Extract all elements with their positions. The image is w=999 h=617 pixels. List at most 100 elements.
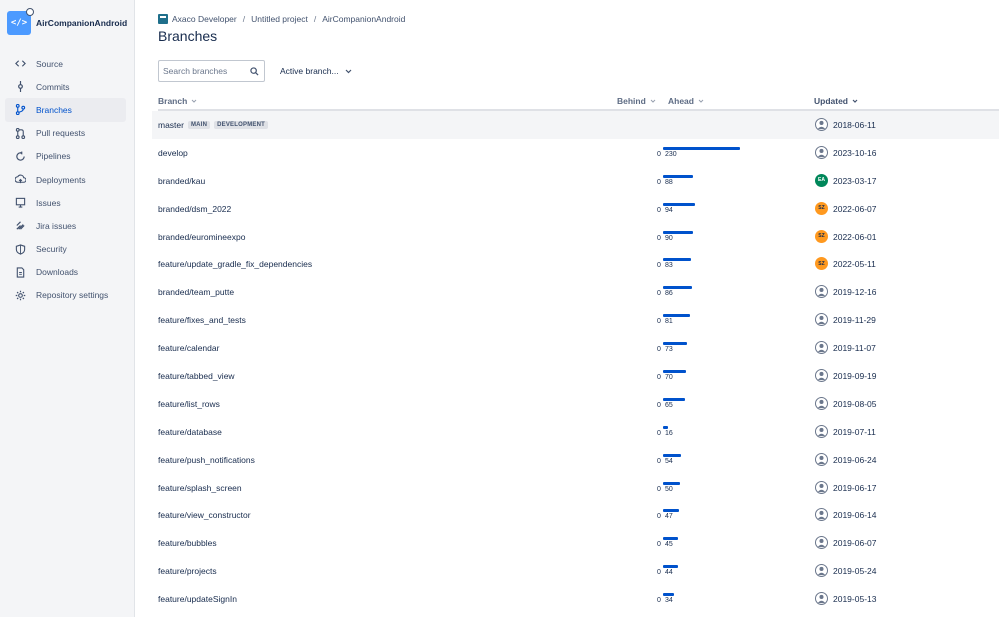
- ahead-count: 81: [665, 318, 673, 326]
- updated-date: 2023-10-16: [833, 147, 877, 158]
- branch-name-cell[interactable]: feature/updateSignIn: [158, 594, 237, 604]
- branch-name-cell[interactable]: feature/projects: [158, 566, 217, 576]
- breadcrumb-workspace[interactable]: Axaco Developer: [172, 14, 237, 24]
- table-row[interactable]: feature/database 0 16 2019-07-11: [152, 418, 999, 446]
- table-row[interactable]: branded/euromineexpo 0 90 SZ 2022-06-01: [152, 223, 999, 251]
- table-row[interactable]: develop 0 230 2023-10-16: [152, 139, 999, 167]
- branch-name[interactable]: develop: [158, 148, 188, 158]
- table-row[interactable]: feature/fixes_and_tests 0 81 2019-11-29: [152, 306, 999, 334]
- branch-name-cell[interactable]: feature/list_rows: [158, 399, 220, 409]
- updated-date: 2019-05-24: [833, 566, 877, 577]
- branch-name[interactable]: feature/splash_screen: [158, 483, 242, 493]
- branch-name[interactable]: feature/calendar: [158, 343, 219, 353]
- behind-count: 0: [657, 346, 661, 354]
- sidebar-item-branches[interactable]: Branches: [5, 98, 126, 122]
- branch-name[interactable]: feature/updateSignIn: [158, 594, 237, 604]
- branch-name-cell[interactable]: feature/splash_screen: [158, 483, 242, 493]
- column-header-ahead[interactable]: Ahead: [668, 96, 704, 106]
- table-row[interactable]: feature/update_gradle_fix_dependencies 0 8…: [152, 250, 999, 278]
- table-row[interactable]: feature/updateSignIn 0 34 2019-05-13: [152, 585, 999, 613]
- branch-name[interactable]: branded/euromineexpo: [158, 232, 245, 242]
- sidebar-item-security[interactable]: Security: [5, 238, 126, 261]
- branch-name-cell[interactable]: branded/team_putte: [158, 287, 234, 297]
- branch-name[interactable]: branded/team_putte: [158, 287, 234, 297]
- table-row[interactable]: master MAIN DEVELOPMENT 2018-06-11: [152, 111, 999, 139]
- table-row[interactable]: feature/projects 0 44 2019-05-24: [152, 557, 999, 585]
- branch-name-cell[interactable]: feature/tabbed_view: [158, 371, 235, 381]
- updated-date: 2019-09-19: [833, 371, 877, 382]
- branch-name[interactable]: feature/database: [158, 427, 222, 437]
- branch-name-cell[interactable]: feature/view_constructor: [158, 510, 251, 520]
- branch-name[interactable]: feature/push_notifications: [158, 455, 255, 465]
- sidebar-item-repository-settings[interactable]: Repository settings: [5, 284, 126, 307]
- sidebar-item-deployments[interactable]: Deployments: [5, 168, 126, 191]
- branch-name-cell[interactable]: feature/database: [158, 427, 222, 437]
- sidebar-item-issues[interactable]: Issues: [5, 191, 126, 214]
- branch-name-cell[interactable]: feature/push_notifications: [158, 455, 255, 465]
- breadcrumb-project[interactable]: Untitled project: [251, 14, 308, 24]
- table-row[interactable]: branded/dsm_2022 0 94 SZ 2022-06-07: [152, 195, 999, 223]
- table-row[interactable]: feature/splash_screen 0 50 2019-06-17: [152, 474, 999, 502]
- branch-name-cell[interactable]: develop: [158, 148, 188, 158]
- branch-name-cell[interactable]: feature/bubbles: [158, 538, 217, 548]
- table-row[interactable]: feature/view_constructor 0 47 2019-06-14: [152, 501, 999, 529]
- sidebar-item-source[interactable]: Source: [5, 52, 126, 75]
- repo-header[interactable]: </> AirCompanionAndroid: [7, 8, 127, 35]
- column-header-updated[interactable]: Updated: [814, 96, 858, 106]
- branch-filter-dropdown[interactable]: Active branch...: [280, 66, 352, 76]
- branches-icon: [13, 103, 27, 117]
- branch-name[interactable]: feature/fixes_and_tests: [158, 315, 246, 325]
- column-header-ahead-label: Ahead: [668, 96, 694, 106]
- search-input[interactable]: [163, 66, 249, 76]
- sidebar-item-pipelines[interactable]: Pipelines: [5, 145, 126, 168]
- private-indicator-icon: [26, 8, 34, 16]
- breadcrumb-repo[interactable]: AirCompanionAndroid: [322, 14, 405, 24]
- table-row[interactable]: feature/bubbles 0 45 2019-06-07: [152, 529, 999, 557]
- branch-name-cell[interactable]: branded/kau: [158, 176, 205, 186]
- ahead-bar: [663, 174, 693, 178]
- sidebar-item-jira-issues[interactable]: Jira issues: [5, 214, 126, 237]
- default-avatar-icon: [815, 452, 828, 466]
- column-header-branch[interactable]: Branch: [158, 96, 197, 106]
- table-row[interactable]: feature/push_notifications 0 54 2019-06-24: [152, 446, 999, 474]
- branch-name[interactable]: feature/view_constructor: [158, 510, 251, 520]
- search-icon[interactable]: [250, 67, 259, 76]
- breadcrumb: Axaco Developer / Untitled project / Air…: [158, 14, 405, 24]
- branch-name[interactable]: feature/bubbles: [158, 538, 217, 548]
- branch-name-cell[interactable]: feature/fixes_and_tests: [158, 315, 246, 325]
- updated-date: 2022-06-01: [833, 231, 877, 242]
- column-header-behind[interactable]: Behind: [617, 96, 656, 106]
- branch-name[interactable]: feature/update_gradle_fix_dependencies: [158, 259, 312, 269]
- sidebar-item-commits[interactable]: Commits: [5, 75, 126, 98]
- updated-date: 2019-06-17: [833, 482, 877, 493]
- behind-count: 0: [657, 206, 661, 214]
- table-row[interactable]: feature/list_rows 0 65 2019-08-05: [152, 390, 999, 418]
- table-row[interactable]: branded/kau 0 88 EA 2023-03-17: [152, 167, 999, 195]
- gear-icon: [13, 288, 27, 302]
- branch-name[interactable]: feature/list_rows: [158, 399, 220, 409]
- ahead-count: 90: [665, 234, 673, 242]
- branch-filter-label: Active branch...: [280, 66, 339, 76]
- table-row[interactable]: feature/tabbed_view 0 70 2019-09-19: [152, 362, 999, 390]
- branch-name-cell[interactable]: master MAIN DEVELOPMENT: [158, 120, 268, 130]
- branch-name[interactable]: branded/dsm_2022: [158, 204, 231, 214]
- branch-name-cell[interactable]: feature/update_gradle_fix_dependencies: [158, 259, 312, 269]
- branch-name[interactable]: branded/kau: [158, 176, 205, 186]
- branch-name[interactable]: feature/projects: [158, 566, 217, 576]
- table-row[interactable]: branded/team_putte 0 86 2019-12-16: [152, 278, 999, 306]
- search-box[interactable]: [158, 60, 265, 82]
- branch-name[interactable]: feature/tabbed_view: [158, 371, 235, 381]
- column-header-branch-label: Branch: [158, 96, 188, 106]
- sidebar-item-downloads[interactable]: Downloads: [5, 261, 126, 284]
- ahead-bar: [663, 286, 692, 290]
- table-row[interactable]: feature/calendar 0 73 2019-11-07: [152, 334, 999, 362]
- sidebar-item-pull-requests[interactable]: Pull requests: [5, 122, 126, 145]
- branch-name-cell[interactable]: feature/calendar: [158, 343, 219, 353]
- branch-name[interactable]: master: [158, 120, 184, 130]
- branch-name-cell[interactable]: branded/euromineexpo: [158, 232, 245, 242]
- branch-name-cell[interactable]: branded/dsm_2022: [158, 204, 231, 214]
- ahead-bar: [663, 453, 682, 457]
- branches-table-body: master MAIN DEVELOPMENT 2018-06-11 develop 0 2…: [152, 111, 999, 613]
- ahead-count: 88: [665, 178, 673, 186]
- updated-date: 2019-06-07: [833, 538, 877, 549]
